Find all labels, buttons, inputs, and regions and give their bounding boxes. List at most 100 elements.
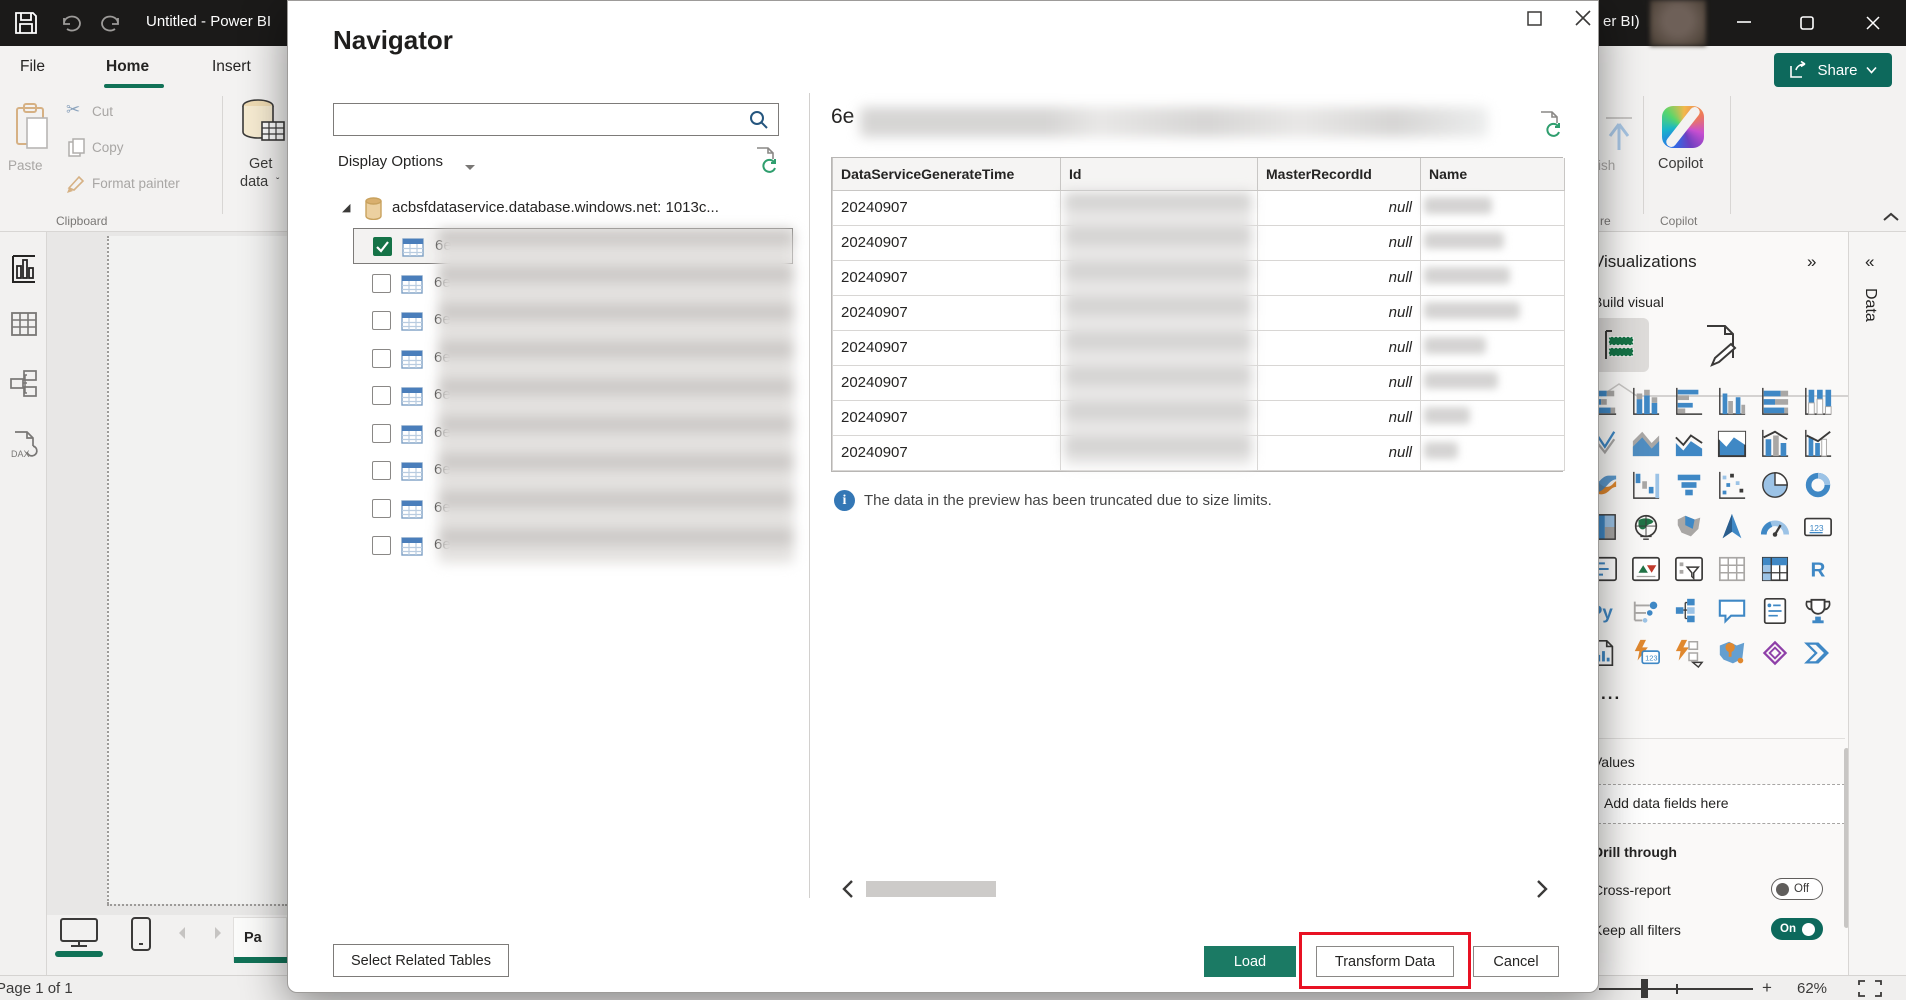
close-window-button[interactable] — [1863, 13, 1883, 38]
checkbox-checked[interactable] — [373, 237, 392, 256]
field-well[interactable]: Add data fields here — [1593, 784, 1845, 824]
viz-icon-100-stacked-area-chart[interactable] — [1715, 426, 1749, 460]
display-options-dropdown[interactable]: Display Options — [338, 153, 443, 170]
column-header-Id[interactable]: Id — [1061, 158, 1258, 190]
search-input[interactable] — [333, 103, 779, 136]
viz-icon-qa-visual[interactable] — [1715, 594, 1749, 628]
save-icon[interactable] — [12, 9, 40, 42]
report-canvas[interactable] — [107, 236, 287, 904]
web-layout-icon[interactable] — [57, 917, 101, 954]
viz-icon-clustered-column-chart[interactable] — [1715, 384, 1749, 418]
share-button[interactable]: Share — [1774, 53, 1892, 87]
dialog-close-icon[interactable] — [1572, 7, 1594, 34]
minimize-button[interactable] — [1734, 12, 1754, 37]
viz-icon-area-chart[interactable] — [1629, 426, 1663, 460]
previous-page-arrow-icon[interactable] — [175, 925, 189, 946]
get-data-icon[interactable] — [238, 96, 286, 157]
copilot-button-label[interactable]: Copilot — [1658, 156, 1703, 172]
checkbox-unchecked[interactable] — [372, 274, 391, 293]
maximize-button[interactable] — [1799, 15, 1815, 36]
zoom-in-button[interactable]: + — [1762, 978, 1772, 998]
dialog-maximize-icon[interactable] — [1526, 10, 1543, 32]
viz-icon-power-apps[interactable] — [1758, 636, 1792, 670]
viz-icon-100-stacked-column-chart[interactable] — [1801, 384, 1835, 418]
viz-icon-r-script-visual[interactable]: R — [1801, 552, 1835, 586]
tree-root-label[interactable]: acbsfdataservice.database.windows.net: 1… — [392, 199, 719, 216]
transform-data-button[interactable]: Transform Data — [1316, 946, 1454, 977]
viz-icon-metrics[interactable] — [1801, 594, 1835, 628]
cut-label[interactable]: Cut — [92, 104, 113, 119]
column-header-Name[interactable]: Name — [1421, 158, 1565, 190]
next-page-arrow-icon[interactable] — [211, 925, 225, 946]
viz-icon-arcgis-map[interactable] — [1715, 636, 1749, 670]
viz-icon-filled-map[interactable] — [1672, 510, 1706, 544]
zoom-slider-handle[interactable] — [1641, 979, 1648, 998]
model-view-icon[interactable] — [9, 370, 39, 403]
viz-icon-kpi[interactable] — [1629, 552, 1663, 586]
paste-icon[interactable] — [14, 102, 50, 159]
viz-icon-scatter-chart[interactable] — [1715, 468, 1749, 502]
account-avatar[interactable] — [1650, 0, 1706, 46]
format-visual-tab[interactable] — [1697, 322, 1743, 373]
checkbox-unchecked[interactable] — [372, 311, 391, 330]
viz-icon-donut-chart[interactable] — [1801, 468, 1835, 502]
table-view-icon[interactable] — [11, 312, 37, 341]
select-related-tables-button[interactable]: Select Related Tables — [333, 944, 509, 977]
refresh-preview-icon[interactable] — [754, 145, 780, 180]
viz-icon-pie-chart[interactable] — [1758, 468, 1792, 502]
viz-icon-matrix[interactable] — [1758, 552, 1792, 586]
scroll-left-icon[interactable] — [840, 879, 856, 904]
build-visual-tab[interactable] — [1593, 318, 1649, 372]
keep-all-filters-toggle[interactable]: On — [1771, 918, 1823, 940]
zoom-percentage[interactable]: 62% — [1797, 980, 1827, 997]
viz-icon-map[interactable] — [1629, 510, 1663, 544]
viz-icon-card[interactable]: 123 — [1801, 510, 1835, 544]
search-icon[interactable] — [748, 109, 770, 136]
tab-insert[interactable]: Insert — [212, 58, 251, 76]
checkbox-unchecked[interactable] — [372, 424, 391, 443]
format-painter-label[interactable]: Format painter — [92, 176, 180, 191]
viz-icon-table[interactable] — [1715, 552, 1749, 586]
viz-icon-quick-create[interactable] — [1672, 636, 1706, 670]
get-data-label-1[interactable]: Get — [249, 156, 272, 172]
more-visuals-button[interactable]: ... — [1601, 684, 1621, 704]
viz-icon-slicer[interactable] — [1672, 552, 1706, 586]
viz-icon-clustered-bar-chart[interactable] — [1672, 384, 1706, 418]
data-rail-label[interactable]: Data — [1861, 288, 1879, 322]
viz-icon-key-influencers[interactable] — [1629, 594, 1663, 628]
dax-query-view-icon[interactable]: DAX — [9, 428, 39, 465]
viz-icon-stacked-area-chart[interactable] — [1672, 426, 1706, 460]
viz-icon-waterfall-chart[interactable] — [1629, 468, 1663, 502]
paste-label[interactable]: Paste — [8, 158, 43, 173]
load-button[interactable]: Load — [1204, 946, 1296, 977]
publish-label-fragment[interactable]: ish — [1598, 158, 1615, 173]
checkbox-unchecked[interactable] — [372, 536, 391, 555]
viz-icon-line-and-stacked-column-chart[interactable] — [1758, 426, 1792, 460]
viz-icon-100-stacked-bar-chart[interactable] — [1758, 384, 1792, 418]
checkbox-unchecked[interactable] — [372, 386, 391, 405]
expand-data-pane-icon[interactable]: « — [1865, 252, 1874, 272]
tree-expander-icon[interactable]: ◢ — [342, 201, 350, 214]
refresh-table-icon[interactable] — [1538, 109, 1564, 144]
viz-icon-funnel-chart[interactable] — [1672, 468, 1706, 502]
undo-icon[interactable] — [58, 11, 82, 40]
viz-icon-line-and-clustered-column-chart[interactable] — [1801, 426, 1835, 460]
column-header-MasterRecordId[interactable]: MasterRecordId — [1258, 158, 1421, 190]
mobile-layout-icon[interactable] — [129, 916, 153, 957]
viz-icon-smart-narrative[interactable] — [1758, 594, 1792, 628]
viz-icon-new-card[interactable]: 123 — [1629, 636, 1663, 670]
viz-icon-gauge[interactable] — [1758, 510, 1792, 544]
checkbox-unchecked[interactable] — [372, 499, 391, 518]
copilot-icon[interactable] — [1662, 106, 1704, 148]
checkbox-unchecked[interactable] — [372, 461, 391, 480]
cancel-button[interactable]: Cancel — [1473, 946, 1559, 977]
checkbox-unchecked[interactable] — [372, 349, 391, 368]
get-data-label-2[interactable]: data — [240, 174, 268, 190]
scroll-right-icon[interactable] — [1534, 879, 1550, 904]
column-header-DataServiceGenerateTime[interactable]: DataServiceGenerateTime — [833, 158, 1061, 190]
copy-label[interactable]: Copy — [92, 140, 124, 155]
viz-icon-azure-map[interactable] — [1715, 510, 1749, 544]
tab-home[interactable]: Home — [106, 58, 149, 76]
viz-icon-decomposition-tree[interactable] — [1672, 594, 1706, 628]
report-view-icon[interactable] — [11, 254, 37, 289]
